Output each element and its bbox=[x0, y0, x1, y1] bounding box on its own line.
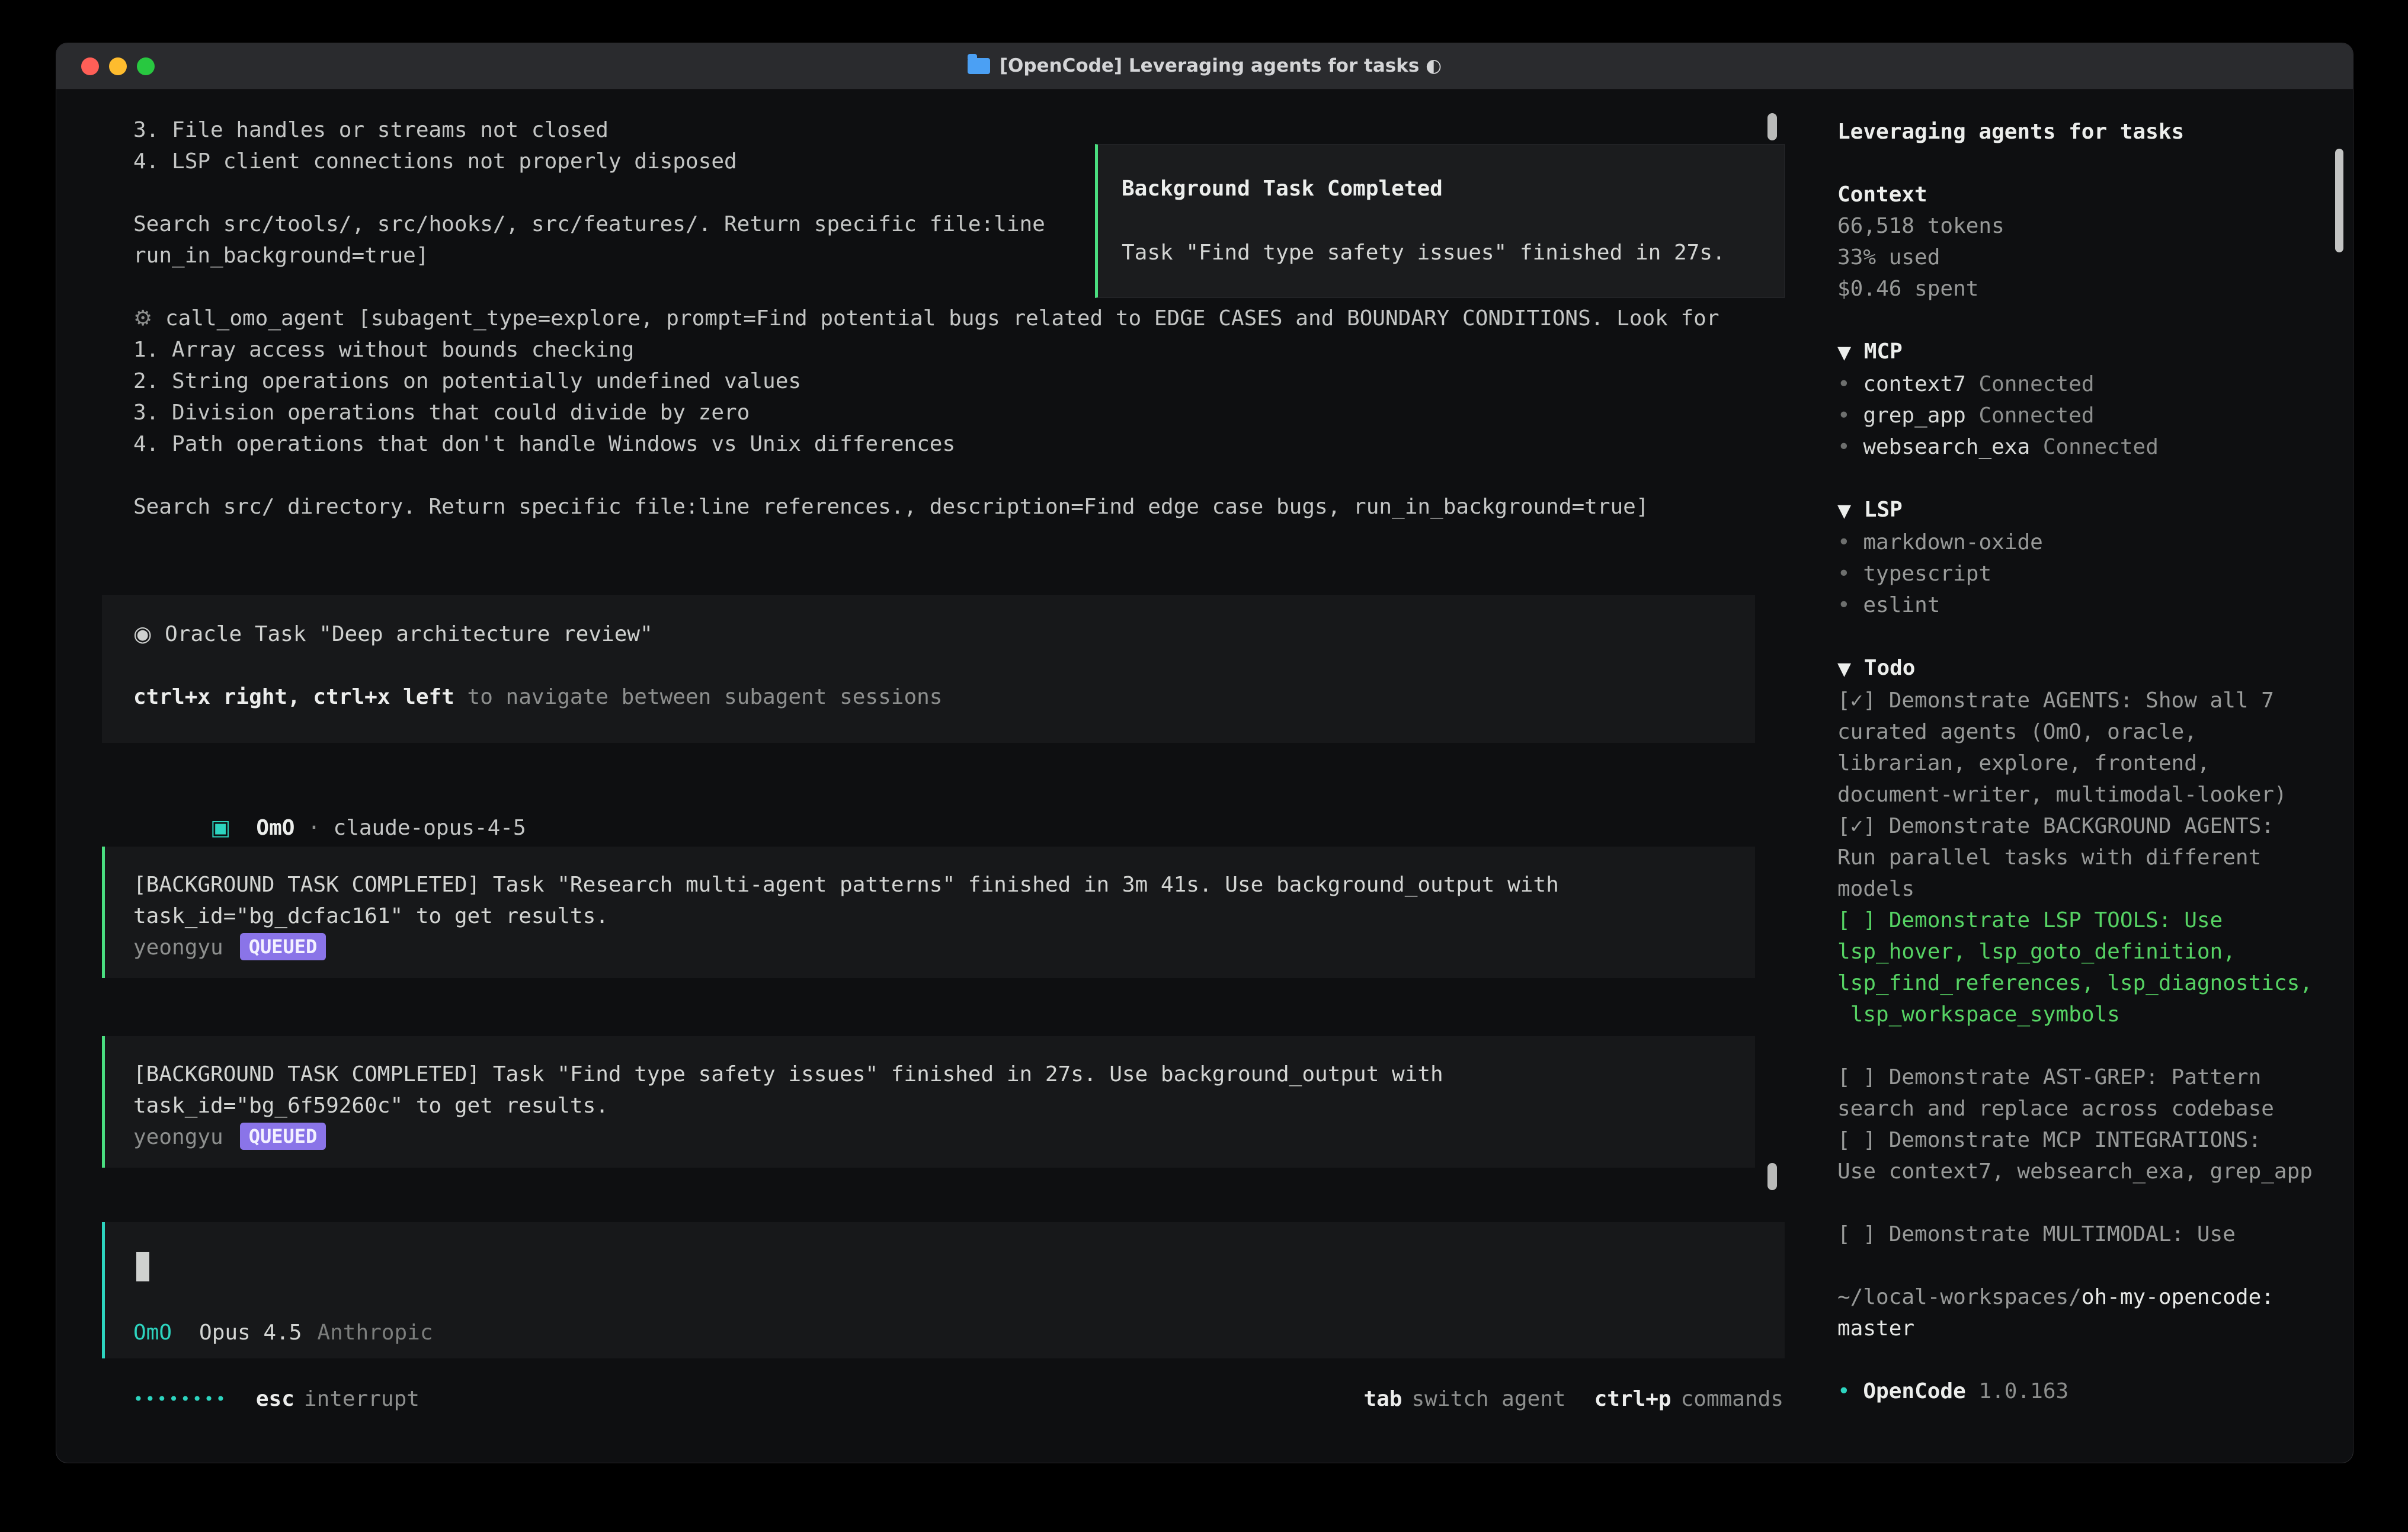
mcp-item: • grep_app Connected bbox=[1837, 400, 2323, 431]
model-row: OmO Opus 4.5 Anthropic bbox=[133, 1317, 433, 1348]
window-controls bbox=[81, 57, 155, 75]
agent-square-icon: ▣ bbox=[210, 816, 230, 840]
todo-item: [✓] Demonstrate AGENTS: Show all 7 curat… bbox=[1837, 685, 2323, 810]
statusbar: •••••••• esc interrupt tab switch agent ct… bbox=[56, 1383, 1814, 1415]
gear-icon: ⚙ bbox=[133, 306, 152, 331]
chevron-down-icon: ▼ bbox=[1837, 659, 1851, 680]
mcp-item: • websearch_exa Connected bbox=[1837, 431, 2323, 463]
message-author: yeongyu bbox=[133, 1125, 223, 1149]
lsp-item: • eslint bbox=[1837, 589, 2323, 621]
todo-item: [✓] Demonstrate BACKGROUND AGENTS: Run p… bbox=[1837, 810, 2323, 905]
prompt-input[interactable]: OmO Opus 4.5 Anthropic bbox=[102, 1222, 1785, 1358]
esc-key-hint: esc bbox=[256, 1387, 294, 1411]
tool-call-item: 3. Division operations that could divide… bbox=[133, 397, 1810, 428]
todo-item: [ ] Demonstrate MCP INTEGRATIONS: Use co… bbox=[1837, 1124, 2323, 1187]
log-line: 3. File handles or streams not closed bbox=[133, 114, 1810, 146]
text-cursor bbox=[136, 1252, 149, 1281]
tool-call-line: ⚙ call_omo_agent [subagent_type=explore,… bbox=[133, 303, 1810, 334]
context-used: 33% used bbox=[1837, 242, 2323, 273]
bullet-icon: • bbox=[1837, 530, 1850, 555]
todo-section-header: ▼ Todo bbox=[1837, 652, 2323, 685]
folder-icon bbox=[968, 58, 990, 74]
lsp-section-header: ▼ LSP bbox=[1837, 494, 2323, 527]
agent-name: OmO bbox=[256, 816, 294, 840]
mcp-item: • context7 Connected bbox=[1837, 368, 2323, 400]
queued-badge: QUEUED bbox=[240, 933, 326, 960]
close-button[interactable] bbox=[81, 57, 99, 75]
tab-key-label: switch agent bbox=[1411, 1387, 1565, 1411]
queued-badge: QUEUED bbox=[240, 1123, 326, 1150]
titlebar: [OpenCode] Leveraging agents for tasks ◐ bbox=[56, 43, 2353, 89]
tool-call-item: 2. String operations on potentially unde… bbox=[133, 366, 1810, 397]
bullet-icon: • bbox=[1837, 1379, 1850, 1403]
message-meta: yeongyu QUEUED bbox=[133, 932, 1755, 963]
log-line bbox=[133, 460, 1810, 491]
tool-call-item: 4. Path operations that don't handle Win… bbox=[133, 428, 1810, 460]
ctrlp-key-label: commands bbox=[1681, 1387, 1783, 1411]
tool-call-text: call_omo_agent [subagent_type=explore, p… bbox=[165, 306, 1719, 331]
spinner-dots: •••••••• bbox=[133, 1383, 228, 1415]
context-heading: Context bbox=[1837, 179, 2323, 210]
app-window: [OpenCode] Leveraging agents for tasks ◐… bbox=[56, 43, 2353, 1463]
tab-key-hint: tab bbox=[1363, 1387, 1402, 1411]
lsp-item: • markdown-oxide bbox=[1837, 527, 2323, 558]
input-agent-label: OmO bbox=[133, 1317, 172, 1348]
bullet-icon: • bbox=[1837, 593, 1850, 617]
main-scrollbar-thumb[interactable] bbox=[1767, 113, 1777, 140]
mcp-section-header: ▼ MCP bbox=[1837, 336, 2323, 368]
todo-item: [ ] Demonstrate AST-GREP: Pattern search… bbox=[1837, 1062, 2323, 1124]
context-spent: $0.46 spent bbox=[1837, 273, 2323, 305]
separator-dot: · bbox=[308, 816, 321, 840]
assistant-message: [BACKGROUND TASK COMPLETED] Task "Resear… bbox=[102, 847, 1755, 978]
record-icon: ◉ bbox=[133, 622, 152, 646]
background-task-toast: Background Task Completed Task "Find typ… bbox=[1095, 144, 1785, 298]
message-author: yeongyu bbox=[133, 935, 223, 960]
input-provider-label: Anthropic bbox=[317, 1317, 433, 1348]
esc-key-label: interrupt bbox=[304, 1387, 420, 1411]
chevron-down-icon: ▼ bbox=[1837, 501, 1851, 521]
message-line: task_id="bg_6f59260c" to get results. bbox=[133, 1090, 1755, 1121]
hint-keys: ctrl+x right, ctrl+x left bbox=[133, 685, 454, 709]
bullet-icon: • bbox=[1837, 435, 1850, 459]
workspace-path: ~/local-workspaces/oh-my-opencode: maste… bbox=[1837, 1281, 2323, 1344]
session-title: Leveraging agents for tasks bbox=[1837, 116, 2323, 148]
zoom-button[interactable] bbox=[137, 57, 155, 75]
message-line: [BACKGROUND TASK COMPLETED] Task "Resear… bbox=[133, 869, 1755, 900]
message-meta: yeongyu QUEUED bbox=[133, 1121, 1755, 1153]
window-title-text: [OpenCode] Leveraging agents for tasks ◐ bbox=[1000, 50, 1442, 82]
messages-scrollbar-thumb[interactable] bbox=[1767, 1163, 1777, 1190]
tool-call-item: 1. Array access without bounds checking bbox=[133, 334, 1810, 366]
toast-title: Background Task Completed bbox=[1122, 173, 1784, 204]
app-version: • OpenCode 1.0.163 bbox=[1837, 1376, 2323, 1407]
assistant-message: [BACKGROUND TASK COMPLETED] Task "Find t… bbox=[102, 1036, 1755, 1168]
sidebar-scrollbar-thumb[interactable] bbox=[2335, 149, 2343, 252]
hint-text: to navigate between subagent sessions bbox=[454, 685, 943, 709]
todo-item: [ ] Demonstrate MULTIMODAL: Use bbox=[1837, 1219, 2323, 1250]
window-title: [OpenCode] Leveraging agents for tasks ◐ bbox=[968, 50, 1442, 82]
bullet-icon: • bbox=[1837, 372, 1850, 396]
toast-body: Task "Find type safety issues" finished … bbox=[1122, 237, 1784, 268]
chevron-down-icon: ▼ bbox=[1837, 342, 1851, 363]
minimize-button[interactable] bbox=[109, 57, 127, 75]
todo-item: [ ] Demonstrate LSP TOOLS: Use lsp_hover… bbox=[1837, 905, 2323, 1030]
agent-model: claude-opus-4-5 bbox=[334, 816, 526, 840]
oracle-task-panel: ◉ Oracle Task "Deep architecture review"… bbox=[102, 595, 1755, 743]
tool-call-closing: Search src/ directory. Return specific f… bbox=[133, 491, 1810, 523]
bullet-icon: • bbox=[1837, 403, 1850, 428]
subagent-nav-hint: ctrl+x right, ctrl+x left to navigate be… bbox=[133, 681, 1755, 713]
input-model-label: Opus 4.5 bbox=[199, 1317, 302, 1348]
context-tokens: 66,518 tokens bbox=[1837, 210, 2323, 242]
bullet-icon: • bbox=[1837, 562, 1850, 586]
session-sidebar: Leveraging agents for tasks Context 66,5… bbox=[1814, 90, 2353, 1463]
terminal-main: 3. File handles or streams not closed 4.… bbox=[56, 90, 1814, 1463]
ctrlp-key-hint: ctrl+p bbox=[1594, 1387, 1671, 1411]
oracle-task-title: ◉ Oracle Task "Deep architecture review" bbox=[133, 618, 1755, 650]
message-line: [BACKGROUND TASK COMPLETED] Task "Find t… bbox=[133, 1059, 1755, 1090]
message-line: task_id="bg_dcfac161" to get results. bbox=[133, 900, 1755, 932]
lsp-item: • typescript bbox=[1837, 558, 2323, 589]
